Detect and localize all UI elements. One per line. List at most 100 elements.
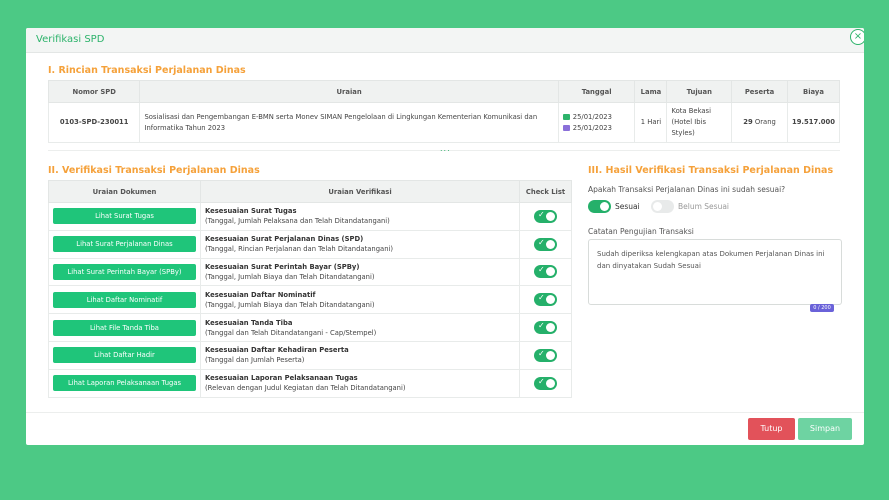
verification-title: Kesesuaian Daftar Kehadiran Peserta <box>205 346 349 355</box>
toggle-off-icon[interactable] <box>651 200 674 213</box>
checklist-cell: ✓ <box>519 285 572 315</box>
modal-title: Verifikasi SPD <box>36 34 105 45</box>
checklist-cell: ✓ <box>519 313 572 342</box>
verification-table: Uraian Dokumen Uraian Verifikasi Check L… <box>48 180 572 398</box>
verification-title: Kesesuaian Daftar Nominatif <box>205 290 316 299</box>
verification-cell: Kesesuaian Surat Perintah Bayar (SPBy) (T… <box>199 257 521 287</box>
col-lama: Lama <box>634 80 668 103</box>
spd-duration: 1 Hari <box>634 102 668 143</box>
verification-cell: Kesesuaian Daftar Kehadiran Peserta (Tang… <box>199 340 521 370</box>
table-row: 0103-SPD-230011 Sosialisasi dan Pengemba… <box>47 102 841 143</box>
verification-title: Kesesuaian Tanda Tiba <box>205 318 293 327</box>
col-peserta: Peserta <box>731 80 788 103</box>
table-row: Lihat File Tanda Tiba Kesesuaian Tanda Ti… <box>48 313 572 342</box>
document-cell: Lihat Surat Tugas <box>48 202 201 231</box>
checklist-toggle[interactable]: ✓ <box>534 321 558 335</box>
checklist-toggle[interactable]: ✓ <box>534 209 558 223</box>
verification-detail: (Tanggal dan Telah Ditandatangani - Cap/… <box>205 328 377 337</box>
check-icon: ✓ <box>538 376 545 386</box>
expand-more-icon[interactable]: ... <box>440 144 451 153</box>
section3-heading: III. Hasil Verifikasi Transaksi Perjalan… <box>588 165 834 176</box>
col-uraian: Uraian <box>139 80 559 103</box>
save-button[interactable]: Simpan <box>798 418 852 440</box>
verification-detail: (Tanggal, Jumlah Biaya dan Telah Ditanda… <box>205 272 375 281</box>
col-tanggal: Tanggal <box>557 80 636 103</box>
view-document-button[interactable]: Lihat Surat Perintah Bayar (SPBy) <box>53 263 196 280</box>
verification-title: Kesesuaian Surat Perjalanan Dinas (SPD) <box>205 235 364 244</box>
notes-label: Catatan Pengujian Transaksi <box>588 227 694 236</box>
col-uraian-dokumen: Uraian Dokumen <box>48 180 201 203</box>
table-row: Lihat Surat Perjalanan Dinas Kesesuaian S… <box>48 229 572 259</box>
toggle-on-icon[interactable] <box>588 200 611 213</box>
view-document-button[interactable]: Lihat Laporan Pelaksanaan Tugas <box>53 375 196 392</box>
verification-detail: (Relevan dengan Judul Kegiatan dan Telah… <box>205 384 406 393</box>
view-document-button[interactable]: Lihat Daftar Nominatif <box>53 291 196 308</box>
col-tujuan: Tujuan <box>666 80 733 103</box>
verification-title: Kesesuaian Laporan Pelaksanaan Tugas <box>205 374 358 383</box>
check-icon: ✓ <box>538 293 545 303</box>
verification-cell: Kesesuaian Surat Perjalanan Dinas (SPD)(… <box>199 229 521 259</box>
document-cell: Lihat Daftar Nominatif <box>48 285 201 315</box>
check-icon: ✓ <box>538 209 545 219</box>
calendar-end-icon <box>562 124 570 131</box>
col-biaya: Biaya <box>786 80 841 103</box>
close-button[interactable]: Tutup <box>748 418 795 440</box>
spd-number: 0103-SPD-230011 <box>47 102 141 143</box>
transaction-table: Nomor SPD Uraian Tanggal Lama Tujuan Pes… <box>47 80 841 143</box>
section1-heading: I. Rincian Transaksi Perjalanan Dinas <box>48 65 246 76</box>
checklist-toggle[interactable]: ✓ <box>534 293 558 307</box>
section2-heading: II. Verifikasi Transaksi Perjalanan Dina… <box>48 165 260 176</box>
option-sesuai[interactable]: Sesuai <box>588 200 640 213</box>
verification-modal: Verifikasi SPD × I. Rincian Transaksi Pe… <box>26 28 864 445</box>
checklist-cell: ✓ <box>519 368 572 398</box>
checklist-cell: ✓ <box>519 340 572 370</box>
document-cell: Lihat Surat Perintah Bayar (SPBy) <box>48 257 201 287</box>
view-document-button[interactable]: Lihat Surat Tugas <box>53 208 196 225</box>
document-cell: Lihat Daftar Hadir <box>48 340 201 370</box>
notes-textarea[interactable]: Sudah diperiksa kelengkapan atas Dokumen… <box>588 239 842 305</box>
option-belum-sesuai[interactable]: Belum Sesuai <box>651 200 729 213</box>
document-cell: Lihat Laporan Pelaksanaan Tugas <box>48 368 201 398</box>
check-icon: ✓ <box>538 265 545 275</box>
check-icon: ✓ <box>538 321 545 331</box>
table-row: Lihat Laporan Pelaksanaan Tugas Kesesuaia… <box>48 368 572 398</box>
checklist-toggle[interactable]: ✓ <box>534 348 558 362</box>
verification-detail: (Tanggal, Jumlah Biaya dan Telah Ditanda… <box>205 300 375 309</box>
verification-title: Kesesuaian Surat Perintah Bayar (SPBy) <box>205 262 360 271</box>
table-row: Lihat Surat Perintah Bayar (SPBy) Kesesua… <box>48 257 572 287</box>
spd-destination: Kota Bekasi (Hotel Ibis Styles) <box>666 102 733 143</box>
verification-detail: (Tanggal, Rincian Perjalanan dan Telah D… <box>205 245 394 254</box>
col-nomor: Nomor SPD <box>47 80 141 103</box>
spd-description: Sosialisasi dan Pengembangan E-BMN serta… <box>139 102 559 143</box>
spd-cost: 19.517.000 <box>786 102 841 143</box>
spd-participants: 29 Orang <box>731 102 788 143</box>
char-counter: 0 / 200 <box>810 304 834 312</box>
document-cell: Lihat File Tanda Tiba <box>48 313 201 342</box>
checklist-toggle[interactable]: ✓ <box>534 376 558 390</box>
table-row: Lihat Daftar Nominatif Kesesuaian Daftar … <box>48 285 572 315</box>
view-document-button[interactable]: Lihat Daftar Hadir <box>53 347 196 364</box>
verification-title: Kesesuaian Surat Tugas <box>205 207 297 216</box>
col-uraian-verifikasi: Uraian Verifikasi <box>199 180 521 203</box>
checklist-cell: ✓ <box>519 257 572 287</box>
modal-header: Verifikasi SPD × <box>26 28 864 53</box>
close-icon[interactable]: × <box>850 29 864 45</box>
table-row: Lihat Surat Tugas Kesesuaian Surat Tugas(… <box>48 202 572 231</box>
table-row: Lihat Daftar Hadir Kesesuaian Daftar Keha… <box>48 340 572 370</box>
conformity-question: Apakah Transaksi Perjalanan Dinas ini su… <box>588 185 786 194</box>
checklist-toggle[interactable]: ✓ <box>534 265 558 279</box>
verification-detail: (Tanggal dan Jumlah Peserta) <box>205 356 305 365</box>
verification-cell: Kesesuaian Tanda Tiba (Tanggal dan Telah … <box>199 313 521 342</box>
verification-cell: Kesesuaian Laporan Pelaksanaan Tugas (Rel… <box>199 368 521 398</box>
check-icon: ✓ <box>538 348 545 358</box>
spd-dates: 25/01/2023 25/01/2023 <box>557 102 636 143</box>
checklist-cell: ✓ <box>519 229 572 259</box>
view-document-button[interactable]: Lihat Surat Perjalanan Dinas <box>53 236 196 253</box>
check-icon: ✓ <box>538 237 545 247</box>
verification-cell: Kesesuaian Surat Tugas (Tanggal, Jumlah P… <box>199 202 521 231</box>
calendar-start-icon <box>562 113 570 120</box>
checklist-cell: ✓ <box>519 202 572 231</box>
view-document-button[interactable]: Lihat File Tanda Tiba <box>53 319 196 336</box>
checklist-toggle[interactable]: ✓ <box>534 237 558 251</box>
verification-cell: Kesesuaian Daftar Nominatif (Tanggal, Jum… <box>199 285 521 315</box>
